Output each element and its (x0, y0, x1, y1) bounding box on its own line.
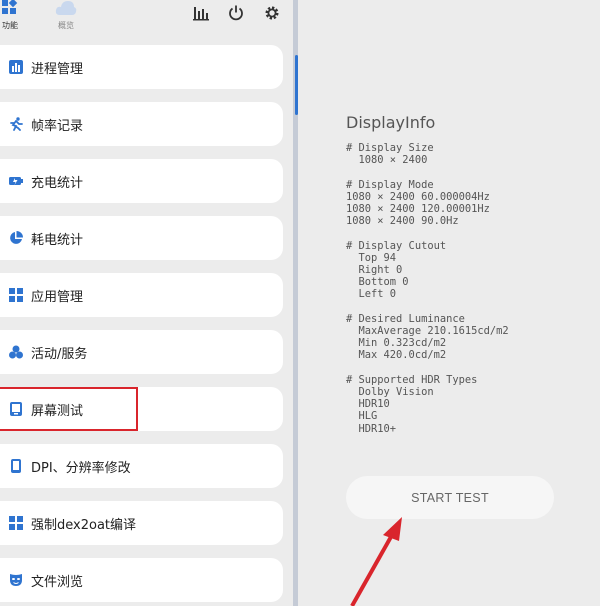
menu-item-fps-record[interactable]: 帧率记录 (0, 102, 283, 146)
runner-icon (10, 117, 23, 131)
menu-item-charging-stats[interactable]: 充电统计 (0, 159, 283, 203)
menu-item-dpi-resolution[interactable]: DPI、分辨率修改 (0, 444, 283, 488)
tab-features[interactable]: 功能 (0, 0, 30, 31)
info-section-header: # Desired Luminance (346, 312, 465, 325)
info-line: 1080 × 2400 60.000004Hz (346, 190, 490, 203)
grid-icon (9, 288, 23, 302)
menu-item-label: 帧率记录 (31, 119, 84, 134)
pie-chart-icon (10, 231, 23, 244)
grid-icon (9, 516, 23, 530)
info-line: Left 0 (346, 288, 397, 301)
info-line: 1080 × 2400 (346, 154, 428, 167)
tab-overview[interactable]: 概览 (46, 0, 86, 31)
tab-label: 概览 (58, 21, 74, 30)
tab-label: 功能 (2, 21, 18, 30)
bar-chart-icon (9, 60, 23, 74)
menu-item-dex2oat[interactable]: 强制dex2oat编译 (0, 501, 283, 545)
info-line: HLG (346, 410, 378, 423)
info-line: Dolby Vision (346, 386, 434, 398)
right-panel: DisplayInfo # Display Size 1080 × 2400 # … (298, 0, 600, 606)
info-line: HDR10+ (346, 422, 397, 435)
info-line: 1080 × 2400 90.0Hz (346, 215, 459, 228)
info-section-header: # Supported HDR Types (346, 373, 478, 386)
menu-item-label: 强制dex2oat编译 (31, 518, 137, 533)
menu-item-file-browser[interactable]: 文件浏览 (0, 558, 283, 602)
power-icon[interactable] (227, 4, 245, 22)
bar-chart-icon[interactable] (192, 4, 210, 22)
info-line: MaxAverage 210.1615cd/m2 (346, 325, 509, 337)
info-line: Min 0.323cd/m2 (346, 337, 447, 350)
features-tab-icon (2, 0, 18, 14)
info-line: Max 420.0cd/m2 (346, 349, 447, 362)
circles-icon (9, 345, 23, 359)
battery-icon (9, 177, 23, 185)
menu-item-label: 应用管理 (31, 290, 84, 305)
info-line: Top 94 (346, 251, 397, 264)
cloud-icon (55, 1, 77, 15)
menu-item-process-manager[interactable]: 进程管理 (0, 45, 283, 89)
menu-item-label: DPI、分辨率修改 (31, 461, 131, 476)
menu-item-app-manager[interactable]: 应用管理 (0, 273, 283, 317)
menu-item-label: 进程管理 (31, 62, 84, 77)
info-line: Right 0 (346, 264, 403, 276)
gear-icon[interactable] (263, 4, 281, 22)
display-info-title: DisplayInfo (346, 113, 436, 132)
info-line: 1080 × 2400 120.00001Hz (346, 203, 490, 215)
start-test-button[interactable]: START TEST (346, 476, 554, 519)
menu-item-label: 活动/服务 (31, 347, 88, 362)
top-bar: 功能 概览 (0, 0, 293, 40)
info-section-header: # Display Cutout (346, 239, 447, 252)
menu-item-label: 充电统计 (31, 176, 84, 191)
menu-item-power-stats[interactable]: 耗电统计 (0, 216, 283, 260)
info-line: Bottom 0 (346, 276, 409, 289)
phone-icon (11, 459, 21, 473)
info-line: HDR10 (346, 398, 390, 411)
menu-item-label: 文件浏览 (31, 575, 84, 590)
info-section-header: # Display Mode (346, 178, 434, 191)
highlight-box (0, 387, 138, 431)
menu-item-label: 耗电统计 (31, 233, 84, 248)
info-section-header: # Display Size (346, 142, 434, 154)
display-info-text: # Display Size 1080 × 2400 # Display Mode… (346, 142, 509, 435)
mask-icon (10, 574, 22, 586)
menu-item-activity-service[interactable]: 活动/服务 (0, 330, 283, 374)
left-panel: 功能 概览 进程管理 帧率记录 充电统计 耗电统计 应用管理 活动/服务 屏幕测… (0, 0, 293, 606)
